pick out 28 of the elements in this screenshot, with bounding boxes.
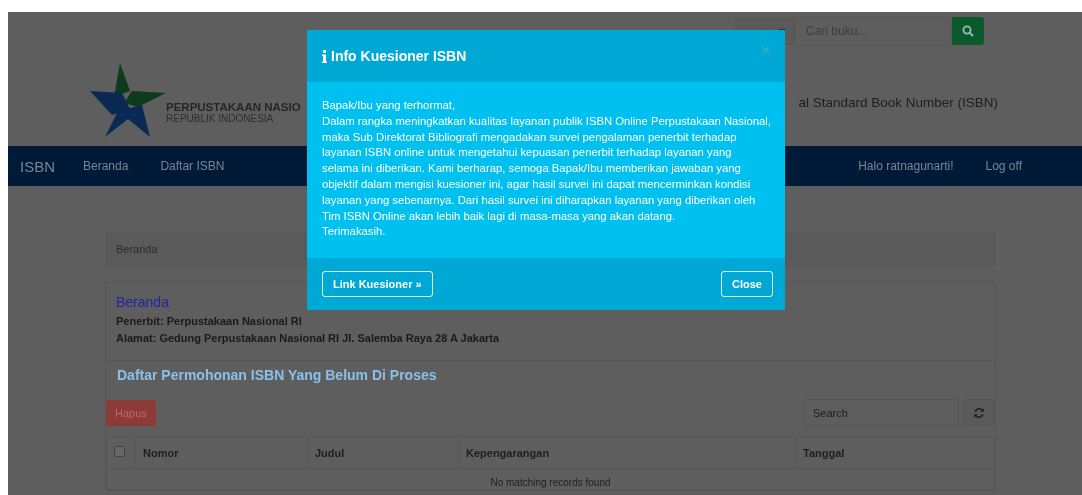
closing-text: Terimakasih. [322, 224, 387, 240]
greeting-text: Bapak/Ibu yang terhormat, [322, 98, 457, 113]
organization-name: PERPUSTAKAAN NASIO [166, 100, 301, 113]
user-greeting-link[interactable]: Halo ratnagunarti! [858, 159, 954, 173]
refresh-icon [973, 406, 985, 419]
search-button[interactable] [952, 17, 984, 45]
column-header[interactable]: Nomor [135, 436, 308, 469]
profile-info-line: Penerbit: Perpustakaan Nasional RI [116, 315, 303, 327]
site-title: al Standard Book Number (ISBN) [798, 94, 998, 110]
column-header[interactable]: Judul [307, 436, 459, 469]
nav-link[interactable]: Daftar ISBN [160, 159, 225, 173]
close-button[interactable]: Close [721, 271, 773, 297]
search-icon [962, 25, 974, 37]
select-all-checkbox[interactable] [114, 446, 125, 457]
brand-link[interactable]: ISBN [20, 157, 55, 175]
section-heading: Daftar Permohonan ISBN Yang Belum Di Proses [116, 367, 438, 383]
info-icon [322, 49, 327, 63]
star-logo-icon [90, 63, 166, 139]
profile-info-line: Alamat: Gedung Perpustakaan Nasional RI Jl. Salemba Raya 28 A Jakarta [116, 332, 501, 344]
message-paragraph: Dalam rangka meningkatkan kualitas layanan publik ISBN Online Perpustakaan Nasional, maka Sub Direktorat Bibliografi mengadakan survei pengalaman penerbit terhadap layanan ISBN online untuk mengetahui kepuasan penerbit terhadap layanan yang selama ini diberikan. Kami berharap, semoga Bapak/Ibu memberikan jawaban yang objektif dalam mengisi kuesioner ini, agar hasil survei ini dapat mencerminkan kondisi layanan yang sebenarnya. Dari hasil survei ini diharapkan layanan yang diberikan oleh Tim ISBN Online akan lebih baik lagi di masa-masa yang akan datang. [322, 113, 771, 224]
refresh-button[interactable] [963, 399, 995, 426]
log-off-link[interactable]: Log off [985, 159, 1022, 173]
table-search-field[interactable]: Search [803, 399, 959, 426]
questionnaire-link-button[interactable]: Link Kuesioner » [322, 271, 433, 297]
modal-title: Info Kuesioner ISBN [331, 48, 467, 64]
column-header[interactable]: Tanggal [795, 436, 995, 469]
column-header[interactable]: Kepengarangan [458, 436, 796, 469]
nav-link[interactable]: Beranda [83, 159, 129, 173]
